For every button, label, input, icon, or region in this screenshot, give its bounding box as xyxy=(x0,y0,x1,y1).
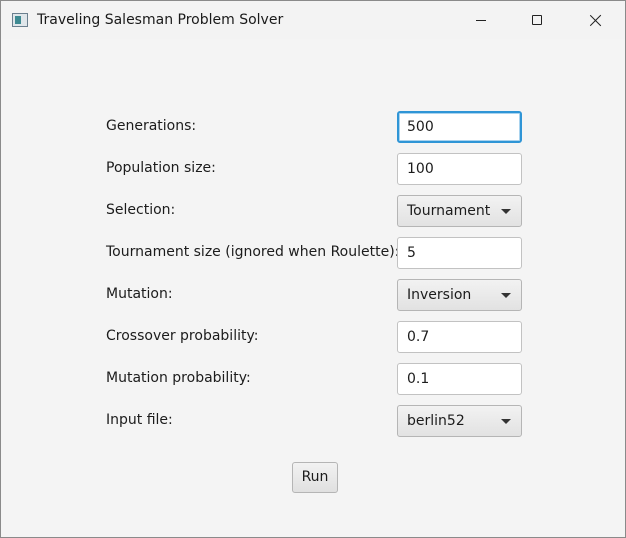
tournament-size-input[interactable]: 5 xyxy=(397,237,522,269)
maximize-icon xyxy=(532,15,542,25)
run-button[interactable]: Run xyxy=(292,462,338,493)
tournament-size-label: Tournament size (ignored when Roulette): xyxy=(106,244,400,260)
input-file-label: Input file: xyxy=(106,412,173,428)
close-icon xyxy=(590,14,602,26)
input-file-dropdown[interactable]: berlin52 xyxy=(397,405,522,437)
generations-label: Generations: xyxy=(106,118,197,134)
mutation-value: Inversion xyxy=(407,287,472,303)
minimize-button[interactable] xyxy=(458,1,504,39)
app-window-icon xyxy=(12,13,28,27)
minimize-icon xyxy=(476,20,486,21)
crossover-probability-input[interactable]: 0.7 xyxy=(397,321,522,353)
mutation-probability-input[interactable]: 0.1 xyxy=(397,363,522,395)
population-size-input[interactable]: 100 xyxy=(397,153,522,185)
mutation-label: Mutation: xyxy=(106,286,173,302)
maximize-button[interactable] xyxy=(515,1,561,39)
crossover-probability-label: Crossover probability: xyxy=(106,328,259,344)
generations-input[interactable]: 500 xyxy=(397,111,522,143)
mutation-dropdown[interactable]: Inversion xyxy=(397,279,522,311)
population-size-label: Population size: xyxy=(106,160,216,176)
chevron-down-icon xyxy=(501,209,511,214)
input-file-value: berlin52 xyxy=(407,413,465,429)
title-bar[interactable]: Traveling Salesman Problem Solver xyxy=(1,1,625,39)
close-button[interactable] xyxy=(573,1,619,39)
selection-label: Selection: xyxy=(106,202,176,218)
app-window: Traveling Salesman Problem Solver Genera… xyxy=(0,0,626,538)
window-title: Traveling Salesman Problem Solver xyxy=(37,12,284,28)
mutation-probability-label: Mutation probability: xyxy=(106,370,251,386)
chevron-down-icon xyxy=(501,293,511,298)
chevron-down-icon xyxy=(501,419,511,424)
selection-value: Tournament xyxy=(407,203,491,219)
selection-dropdown[interactable]: Tournament xyxy=(397,195,522,227)
